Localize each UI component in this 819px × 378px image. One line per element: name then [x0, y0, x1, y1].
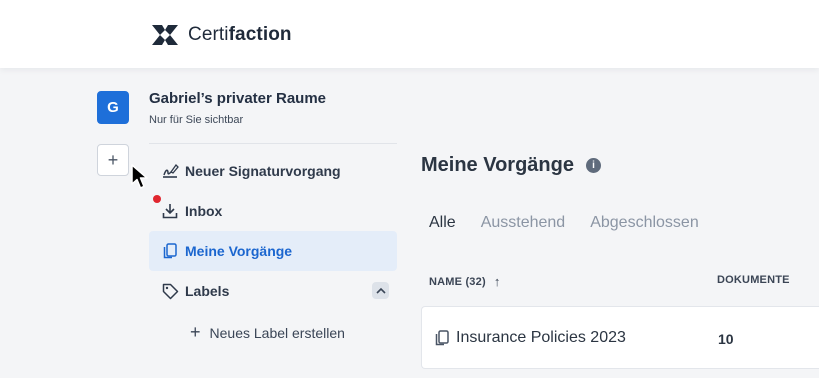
workspace-avatar[interactable]: G: [97, 91, 129, 124]
tab-completed[interactable]: Abgeschlossen: [590, 214, 699, 232]
sidebar-item-label: Labels: [185, 283, 230, 299]
documents-icon: [161, 242, 179, 260]
sidebar-item-inbox[interactable]: Inbox: [149, 191, 397, 231]
row-name-text: Insurance Policies 2023: [456, 329, 626, 346]
sidebar-item-labels[interactable]: Labels: [149, 271, 397, 311]
sidebar-item-my-processes[interactable]: Meine Vorgänge: [149, 231, 397, 271]
tag-icon: [161, 282, 179, 300]
info-icon[interactable]: i: [586, 158, 601, 173]
info-glyph: i: [592, 160, 595, 171]
plus-icon: +: [107, 149, 119, 170]
page-title: Meine Vorgänge i: [421, 154, 601, 177]
collapse-labels-button[interactable]: [372, 282, 389, 299]
certifaction-logo-icon: [152, 25, 178, 45]
workspace-subtitle: Nur für Sie sichtbar: [149, 114, 244, 126]
tab-all[interactable]: Alle: [429, 214, 456, 232]
table-row[interactable]: Insurance Policies 2023 10: [421, 306, 819, 369]
workspace-avatar-letter: G: [107, 99, 119, 116]
plus-icon: +: [190, 322, 201, 342]
row-documents-count: 10: [718, 331, 734, 347]
sort-ascending-icon: ↑: [493, 274, 501, 289]
inbox-download-icon: [161, 202, 179, 220]
add-workspace-button[interactable]: +: [97, 144, 129, 176]
brand-name: Certifaction: [188, 24, 292, 45]
sidebar-divider: [149, 143, 397, 144]
sidebar-item-new-signature[interactable]: Neuer Signaturvorgang: [149, 151, 397, 191]
certifaction-logo[interactable]: Certifaction: [150, 23, 292, 47]
column-header-documents[interactable]: DOKUMENTE: [717, 274, 790, 286]
chevron-up-icon: [375, 287, 386, 294]
documents-icon: [434, 330, 450, 346]
sidebar-item-label: Meine Vorgänge: [185, 243, 293, 259]
filter-tabs: Alle Ausstehend Abgeschlossen: [429, 214, 724, 232]
page-title-text: Meine Vorgänge: [421, 154, 574, 176]
new-label-button[interactable]: + Neues Label erstellen: [190, 322, 345, 343]
sidebar-item-label: Inbox: [185, 203, 223, 219]
column-header-name[interactable]: NAME (32) ↑: [429, 274, 501, 289]
workspace-title: Gabriel’s privater Raume: [149, 90, 327, 107]
top-bar: Certifaction: [0, 0, 819, 68]
tab-pending[interactable]: Ausstehend: [481, 214, 566, 232]
column-header-name-label: NAME (32): [429, 275, 486, 288]
signature-icon: [161, 162, 179, 180]
sidebar-item-label: Neuer Signaturvorgang: [185, 163, 341, 179]
mouse-cursor-icon: [131, 164, 148, 189]
new-label-text: Neues Label erstellen: [209, 324, 345, 341]
row-name-cell: Insurance Policies 2023: [434, 329, 626, 347]
